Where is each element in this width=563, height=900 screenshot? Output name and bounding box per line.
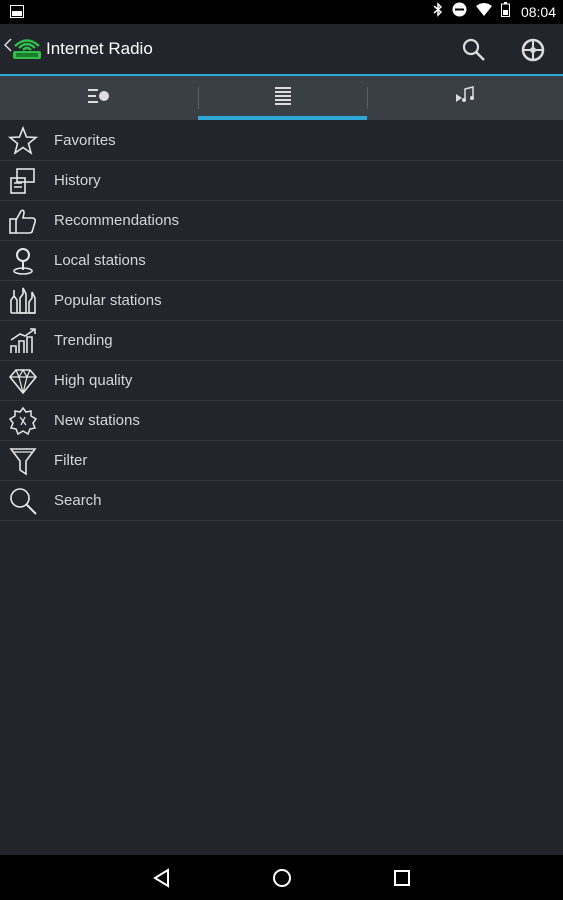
list-item-favorites[interactable]: Favorites (0, 121, 563, 161)
radio-logo-icon (12, 37, 42, 66)
location-pin-icon (8, 246, 38, 276)
list-item-label: Local stations (54, 252, 146, 269)
settings-icon[interactable] (519, 36, 547, 64)
play-music-icon (455, 85, 475, 111)
diamond-icon (8, 366, 38, 396)
list-item-label: New stations (54, 412, 140, 429)
battery-icon (500, 2, 510, 22)
list-item-trending[interactable]: Trending (0, 321, 563, 361)
list-lines-icon (274, 86, 291, 110)
list-item-label: Popular stations (54, 292, 162, 309)
do-not-disturb-icon (452, 2, 467, 22)
home-icon[interactable] (271, 867, 293, 889)
tab-queue[interactable] (0, 76, 198, 120)
list-item-popular-stations[interactable]: Popular stations (0, 281, 563, 321)
status-clock: 08:04 (520, 4, 556, 20)
list-item-search[interactable]: Search (0, 481, 563, 521)
popular-bottles-icon (8, 286, 38, 316)
list-item-high-quality[interactable]: High quality (0, 361, 563, 401)
list-item-label: Filter (54, 452, 88, 469)
menu-list: Favorites History Recommendations Local … (0, 121, 563, 521)
tab-list[interactable] (198, 76, 367, 120)
list-item-filter[interactable]: Filter (0, 441, 563, 481)
list-item-label: Search (54, 492, 102, 509)
bluetooth-icon (433, 2, 443, 22)
queue-list-icon (88, 88, 110, 109)
search-icon[interactable] (460, 36, 488, 64)
wifi-icon (475, 3, 492, 21)
list-item-label: Favorites (54, 132, 116, 149)
back-icon[interactable] (151, 867, 173, 889)
list-item-label: History (54, 172, 101, 189)
filter-icon (8, 446, 38, 476)
star-icon (7, 125, 39, 156)
list-item-label: High quality (54, 372, 133, 389)
list-item-local-stations[interactable]: Local stations (0, 241, 563, 281)
list-item-history[interactable]: History (0, 161, 563, 201)
trending-chart-icon (8, 326, 38, 356)
search-icon (8, 486, 38, 516)
tab-now-playing[interactable] (367, 76, 563, 120)
status-bar: 08:04 (0, 0, 563, 24)
chevron-left-icon[interactable] (3, 38, 12, 57)
app-title: Internet Radio (46, 39, 153, 58)
new-badge-icon (8, 406, 38, 436)
list-item-new-stations[interactable]: New stations (0, 401, 563, 441)
system-nav-bar (0, 855, 563, 900)
list-item-recommendations[interactable]: Recommendations (0, 201, 563, 241)
tab-bar (0, 76, 563, 120)
history-icon (8, 166, 38, 196)
thumbs-up-icon (8, 206, 38, 236)
list-item-label: Recommendations (54, 212, 180, 229)
list-item-label: Trending (54, 332, 113, 349)
recents-icon[interactable] (391, 867, 413, 889)
app-bar: Internet Radio (0, 24, 563, 74)
selected-tab-indicator (198, 116, 367, 120)
screenshot-icon (10, 5, 24, 23)
